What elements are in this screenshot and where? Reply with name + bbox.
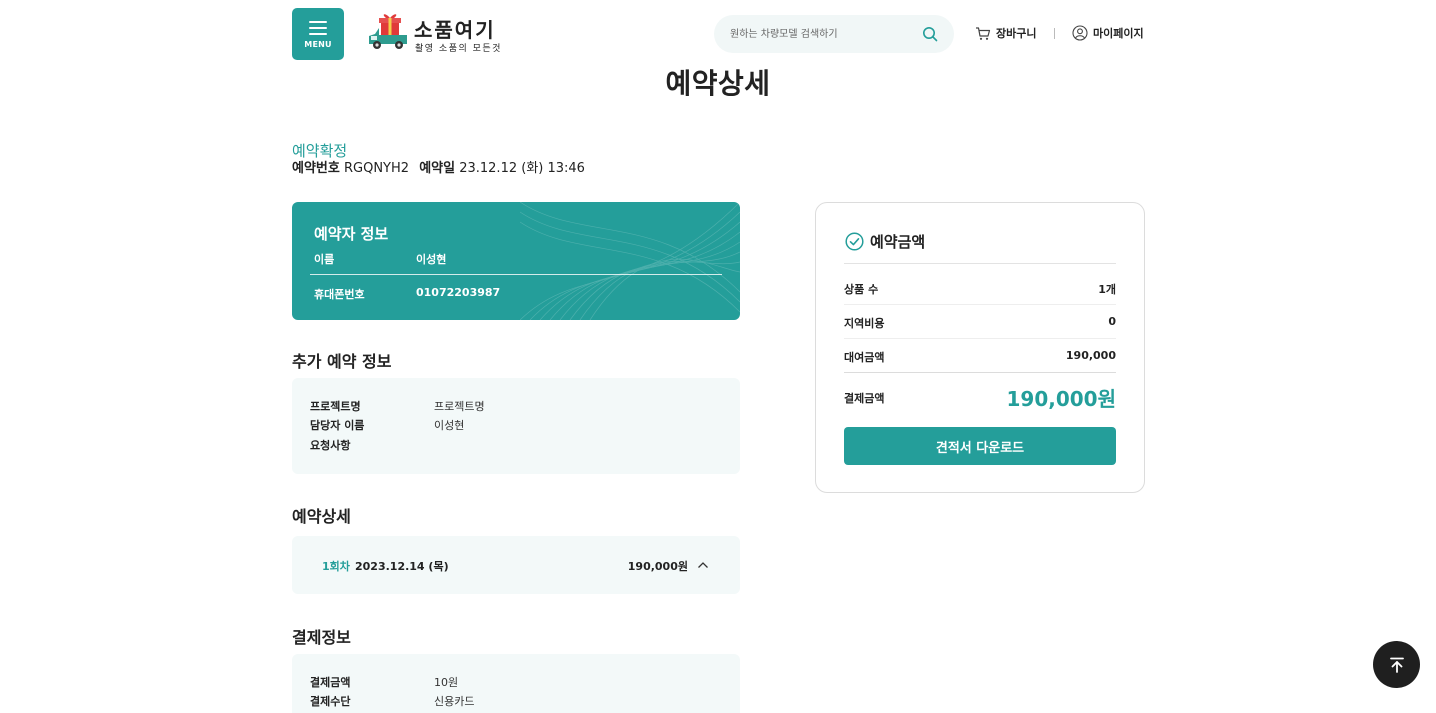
- reserver-phone: 01072203987: [416, 286, 501, 299]
- request-label: 요청사항: [310, 439, 351, 452]
- logo-name: 소품여기: [414, 18, 496, 42]
- search-icon[interactable]: [922, 26, 938, 42]
- round-label: 1회차: [322, 560, 350, 573]
- payment-amount-value: 10원: [434, 676, 459, 689]
- summary-title: 예약금액: [870, 233, 926, 251]
- reserver-name-label: 이름: [314, 253, 335, 266]
- reservation-amount-card: 예약금액 상품 수 1개 지역비용 0 대여금액 190,000 결제금액 19…: [815, 202, 1145, 493]
- manager-name-value: 이성현: [434, 419, 465, 432]
- user-icon: [1072, 25, 1088, 41]
- reservation-number: RGQNYH2: [343, 161, 410, 176]
- round-price: 190,000원: [627, 560, 688, 573]
- summary-divider: [844, 263, 1116, 264]
- card-divider: [310, 274, 722, 275]
- total-value: 190,000원: [1006, 387, 1117, 411]
- menu-button[interactable]: MENU: [292, 8, 344, 60]
- header-divider: [1054, 28, 1055, 39]
- payment-amount-label: 결제금액: [310, 676, 351, 689]
- reserver-info-card: 예약자 정보 이름 이성현 휴대폰번호 01072203987: [292, 202, 740, 320]
- summary-row-rental: 대여금액 190,000: [844, 339, 1116, 373]
- chevron-up-icon[interactable]: [697, 560, 709, 570]
- arrow-up-to-line-icon: [1389, 657, 1404, 673]
- cart-icon: [976, 26, 991, 40]
- total-label: 결제금액: [844, 392, 885, 405]
- project-name-value: 프로젝트명: [434, 400, 485, 413]
- menu-label: MENU: [304, 40, 332, 49]
- rental-amount-label: 대여금액: [844, 351, 885, 364]
- manager-name-label: 담당자 이름: [310, 419, 365, 432]
- summary-row-count: 상품 수 1개: [844, 271, 1116, 305]
- search-bar: [714, 15, 954, 53]
- payment-method-label: 결제수단: [310, 695, 351, 708]
- reservation-date-label: 예약일: [419, 161, 456, 176]
- hamburger-icon: [309, 21, 327, 35]
- round-date: 2023.12.14 (목): [355, 560, 449, 573]
- item-count-value: 1개: [1098, 283, 1116, 296]
- summary-total-row: 결제금액 190,000원: [844, 375, 1116, 419]
- search-input[interactable]: [730, 15, 920, 53]
- gift-truck-icon: [369, 14, 407, 49]
- cart-label: 장바구니: [996, 27, 1037, 40]
- cart-link[interactable]: 장바구니: [975, 25, 1036, 41]
- wave-pattern-decoration: [520, 202, 740, 320]
- rental-amount-value: 190,000: [1065, 349, 1116, 362]
- download-quote-button[interactable]: 견적서 다운로드: [844, 427, 1116, 465]
- payment-info-title: 결제정보: [292, 628, 351, 647]
- logo-tagline: 촬영 소품의 모든것: [415, 44, 502, 54]
- reservation-round-row[interactable]: 1회차 2023.12.14 (목) 190,000원: [292, 536, 740, 594]
- project-name-label: 프로젝트명: [310, 400, 361, 413]
- check-circle-icon: [845, 232, 864, 251]
- summary-header: 예약금액: [845, 231, 925, 252]
- page-title: 예약상세: [665, 67, 771, 100]
- reservation-number-label: 예약번호: [292, 161, 340, 176]
- mypage-link[interactable]: 마이페이지: [1072, 25, 1144, 41]
- region-cost-value: 0: [1108, 315, 1116, 328]
- reserver-card-title: 예약자 정보: [314, 225, 389, 243]
- scroll-top-button[interactable]: [1373, 641, 1420, 688]
- item-count-label: 상품 수: [844, 283, 879, 296]
- reservation-meta: 예약번호 RGQNYH2 예약일 23.12.12 (화) 13:46: [292, 157, 585, 176]
- payment-method-value: 신용카드: [434, 695, 475, 708]
- mypage-label: 마이페이지: [1093, 27, 1144, 40]
- logo[interactable]: 소품여기 촬영 소품의 모든것: [367, 12, 507, 56]
- reservation-date: 23.12.12 (화) 13:46: [459, 161, 585, 176]
- summary-row-region: 지역비용 0: [844, 305, 1116, 339]
- payment-info-box: 결제금액 10원 결제수단 신용카드: [292, 654, 740, 713]
- region-cost-label: 지역비용: [844, 317, 885, 330]
- reservation-detail-title: 예약상세: [292, 507, 351, 526]
- reserver-phone-label: 휴대폰번호: [314, 288, 365, 301]
- additional-info-box: 프로젝트명 프로젝트명 담당자 이름 이성현 요청사항: [292, 378, 740, 474]
- reserver-name: 이성현: [416, 253, 447, 266]
- additional-info-title: 추가 예약 정보: [292, 352, 392, 371]
